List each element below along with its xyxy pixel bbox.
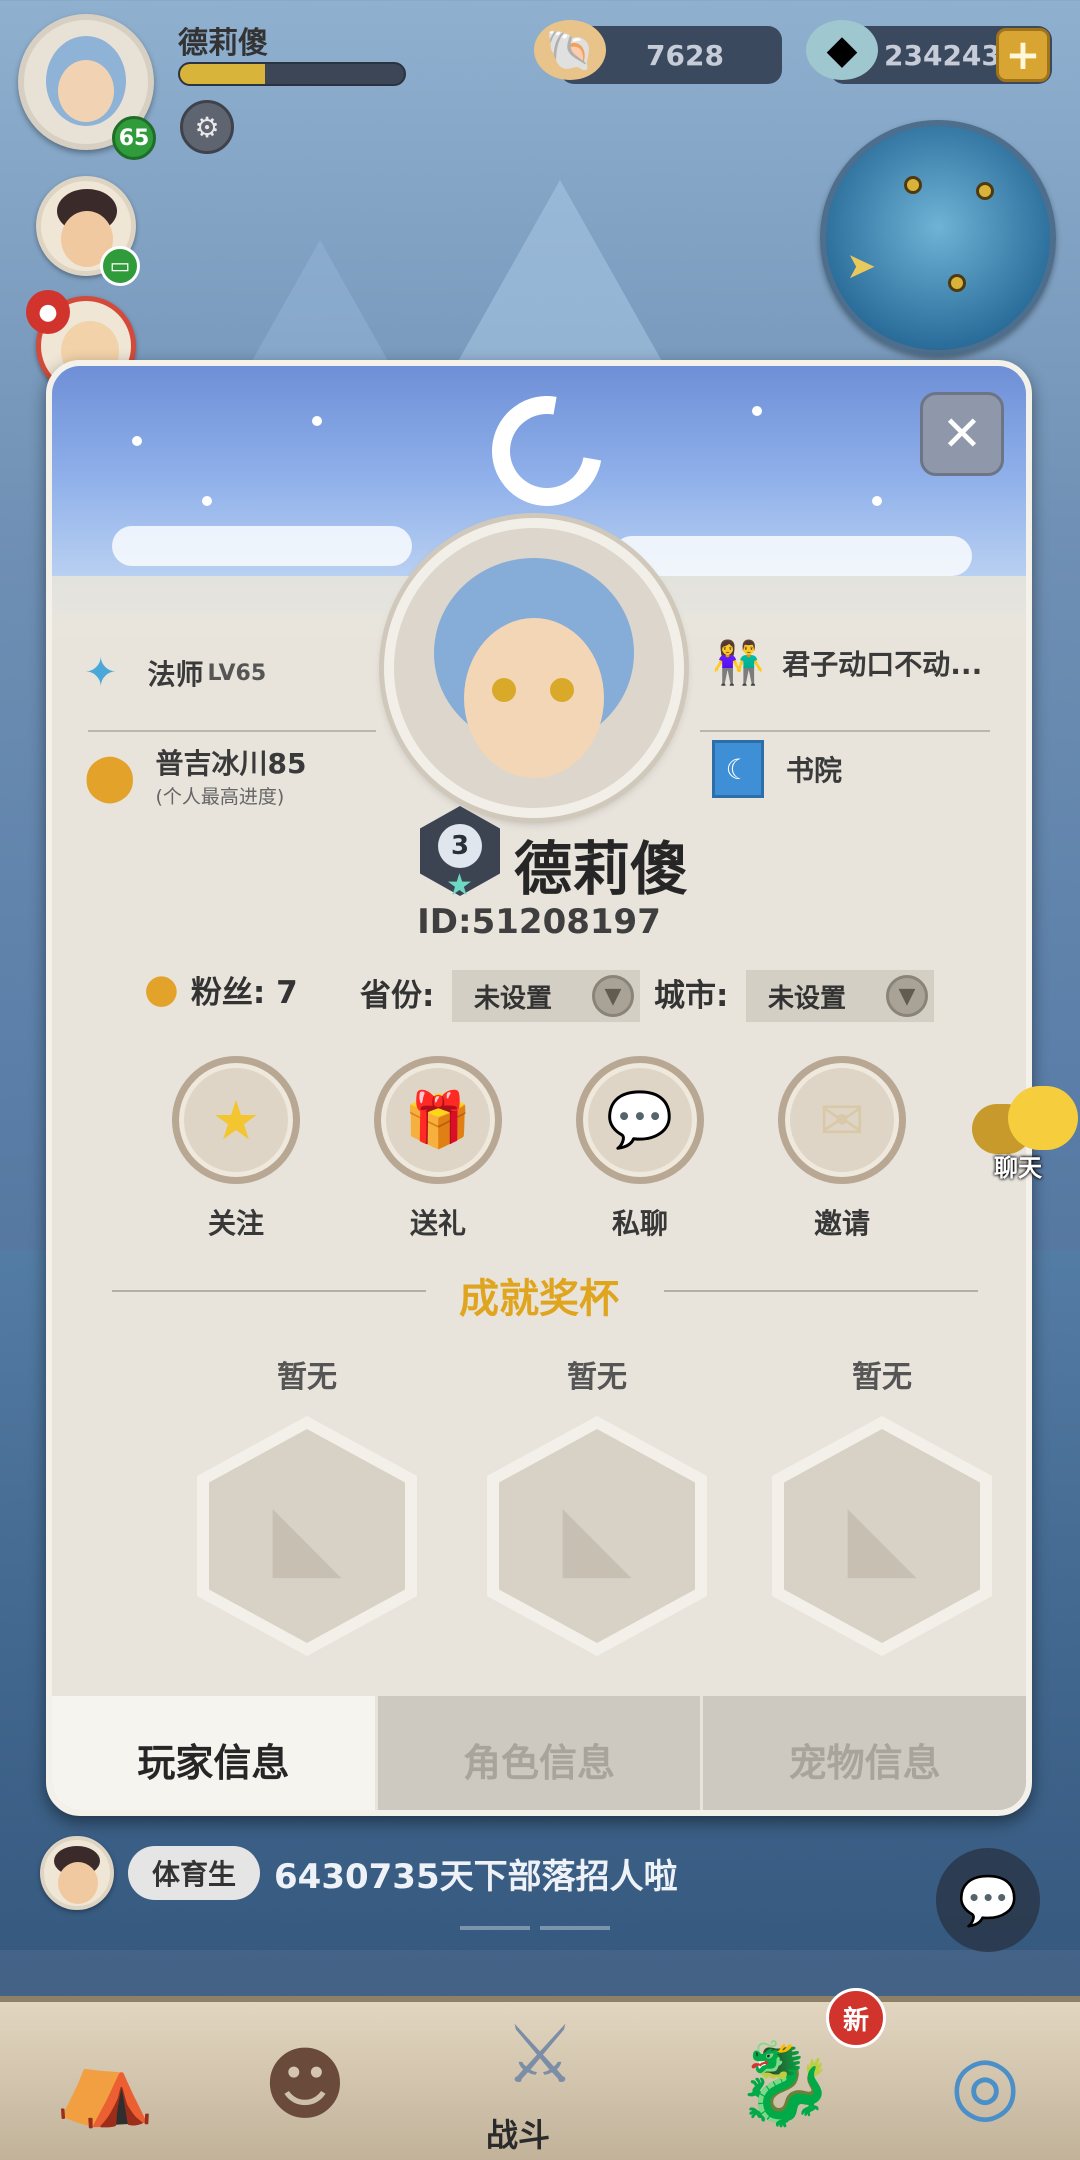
mage-icon: ✦ xyxy=(84,650,118,696)
fight-label: 战斗 xyxy=(486,2116,551,2154)
progress-info: ⬤ 普吉冰川85 (个人最高进度) xyxy=(84,742,306,809)
settings-gear-icon[interactable]: ⚙ xyxy=(180,100,234,154)
chat-floater-button[interactable]: 聊天 xyxy=(972,1082,1080,1192)
location-pin-icon: ⬤ xyxy=(84,748,136,803)
city-select[interactable]: 未设置 ▼ xyxy=(746,970,934,1022)
sender-avatar xyxy=(40,1836,114,1910)
profile-portrait xyxy=(384,518,684,818)
nav-skills[interactable]: ◎ xyxy=(890,2002,1080,2160)
pig-icon: ● xyxy=(26,290,70,334)
chevron-down-icon: ▼ xyxy=(592,975,634,1017)
tab-pet-info[interactable]: 宠物信息 xyxy=(700,1696,1026,1810)
province-value: 未设置 xyxy=(474,983,553,1014)
pet-icon: 🐉 xyxy=(735,2037,835,2130)
player-id: ID:51208197 xyxy=(417,902,661,942)
chat-message-text: 6430735天下部落招人啦 xyxy=(274,1856,678,1897)
chat-floater-label: 聊天 xyxy=(994,1154,1042,1182)
divider xyxy=(88,730,376,732)
team-icon: 👫 xyxy=(712,638,765,687)
trophy-label: 暂无 xyxy=(277,1360,337,1395)
progress-note: (个人最高进度) xyxy=(155,786,285,808)
nav-character[interactable]: ☻ xyxy=(210,2002,400,2160)
trophy-placeholder-icon: ◣ xyxy=(784,1429,980,1643)
player-nickname: 德莉傻 xyxy=(514,835,689,903)
team-info[interactable]: 👫 君子动口不动... xyxy=(712,638,982,688)
fans-person-icon: ● xyxy=(144,966,179,1012)
profession-level: LV65 xyxy=(207,660,267,686)
academy-name: 书院 xyxy=(786,754,843,787)
new-badge: 新 xyxy=(826,1988,886,2048)
trophy-placeholder-icon: ◣ xyxy=(209,1429,405,1643)
divider xyxy=(700,730,990,732)
academy-info[interactable]: ☾ 书院 xyxy=(712,740,842,798)
trophy-label: 暂无 xyxy=(567,1360,627,1395)
trophy-slot[interactable]: ◣ xyxy=(772,1416,992,1656)
sender-tag: 体育生 xyxy=(128,1846,261,1900)
trophy-label: 暂无 xyxy=(852,1360,912,1395)
follow-button[interactable]: ★ 关注 xyxy=(172,1056,300,1242)
invite-button[interactable]: ✉ 邀请 xyxy=(778,1056,906,1242)
fans-count: ● 粉丝: 7 xyxy=(144,966,298,1012)
city-label: 城市: xyxy=(654,978,729,1014)
chevron-down-icon: ▼ xyxy=(886,975,928,1017)
mail-icon: ✉ xyxy=(819,1088,865,1152)
experience-bar xyxy=(178,62,406,86)
private-chat-label: 私聊 xyxy=(611,1207,668,1240)
chat-bubble-icon: 💬 xyxy=(606,1088,674,1151)
progress-location: 普吉冰川85 xyxy=(155,747,307,780)
tab-player-info[interactable]: 玩家信息 xyxy=(52,1696,375,1810)
private-chat-button[interactable]: 💬 私聊 xyxy=(576,1056,704,1242)
follow-label: 关注 xyxy=(207,1207,264,1240)
add-stones-button[interactable]: + xyxy=(996,28,1050,82)
minimap[interactable]: ➤ xyxy=(820,120,1056,356)
chat-button[interactable]: 💬 xyxy=(936,1848,1040,1952)
province-select[interactable]: 未设置 ▼ xyxy=(452,970,640,1022)
rank-badge: 3 ★ xyxy=(412,806,508,903)
trophy-slot[interactable]: ◣ xyxy=(197,1416,417,1656)
tribe-icon: ⛺ xyxy=(55,2037,155,2130)
rank-number: 3 xyxy=(438,824,482,868)
gift-icon: 🎁 xyxy=(404,1088,472,1151)
stones-value: 234243 xyxy=(884,38,1001,72)
player-level-badge: 65 xyxy=(112,116,156,160)
trophy-slot[interactable]: ◣ xyxy=(487,1416,707,1656)
moon-icon xyxy=(470,374,624,528)
shells-value: 7628 xyxy=(646,38,724,72)
profession-info: ✦ 法师 LV65 xyxy=(84,650,266,696)
academy-banner-icon: ☾ xyxy=(712,740,764,798)
send-gift-button[interactable]: 🎁 送礼 xyxy=(374,1056,502,1242)
achievements-title: 成就奖杯 xyxy=(459,1276,619,1322)
rank-star-icon: ★ xyxy=(446,868,473,903)
character-icon: ☻ xyxy=(263,2037,347,2131)
player-profile-dialog: ✕ ✦ 法师 LV65 ⬤ 普吉冰川85 (个人最高进度) 👫 君子动口不动..… xyxy=(46,360,1032,1816)
spiral-book-icon: ◎ xyxy=(950,2037,1020,2131)
team-name: 君子动口不动... xyxy=(782,648,983,681)
star-icon: ★ xyxy=(211,1088,261,1152)
trophy-placeholder-icon: ◣ xyxy=(499,1429,695,1643)
profile-tabs: 玩家信息 角色信息 宠物信息 xyxy=(52,1696,1026,1810)
city-value: 未设置 xyxy=(768,983,847,1014)
player-marker-icon: ➤ xyxy=(846,246,877,287)
page-indicator xyxy=(540,1926,610,1930)
profession-name: 法师 xyxy=(147,658,204,691)
fans-label: 粉丝: 7 xyxy=(190,974,298,1011)
send-gift-label: 送礼 xyxy=(409,1207,466,1240)
province-label: 省份: xyxy=(360,978,435,1014)
chat-bubble-icon: 💬 xyxy=(958,1872,1018,1929)
stone-icon: ◆ xyxy=(806,20,878,80)
shell-icon: 🐚 xyxy=(534,20,606,80)
sword-icon: ⚔ xyxy=(504,2007,576,2101)
message-status-icon: ▭ xyxy=(100,246,140,286)
world-chat-message[interactable]: 体育生 6430735天下部落招人啦 xyxy=(40,1836,678,1910)
nav-tribe[interactable]: ⛺ xyxy=(10,2002,200,2160)
player-name: 德莉傻 xyxy=(178,26,268,61)
close-button[interactable]: ✕ xyxy=(920,392,1004,476)
page-indicator xyxy=(460,1926,530,1930)
invite-label: 邀请 xyxy=(813,1207,870,1240)
tab-character-info[interactable]: 角色信息 xyxy=(374,1696,701,1810)
